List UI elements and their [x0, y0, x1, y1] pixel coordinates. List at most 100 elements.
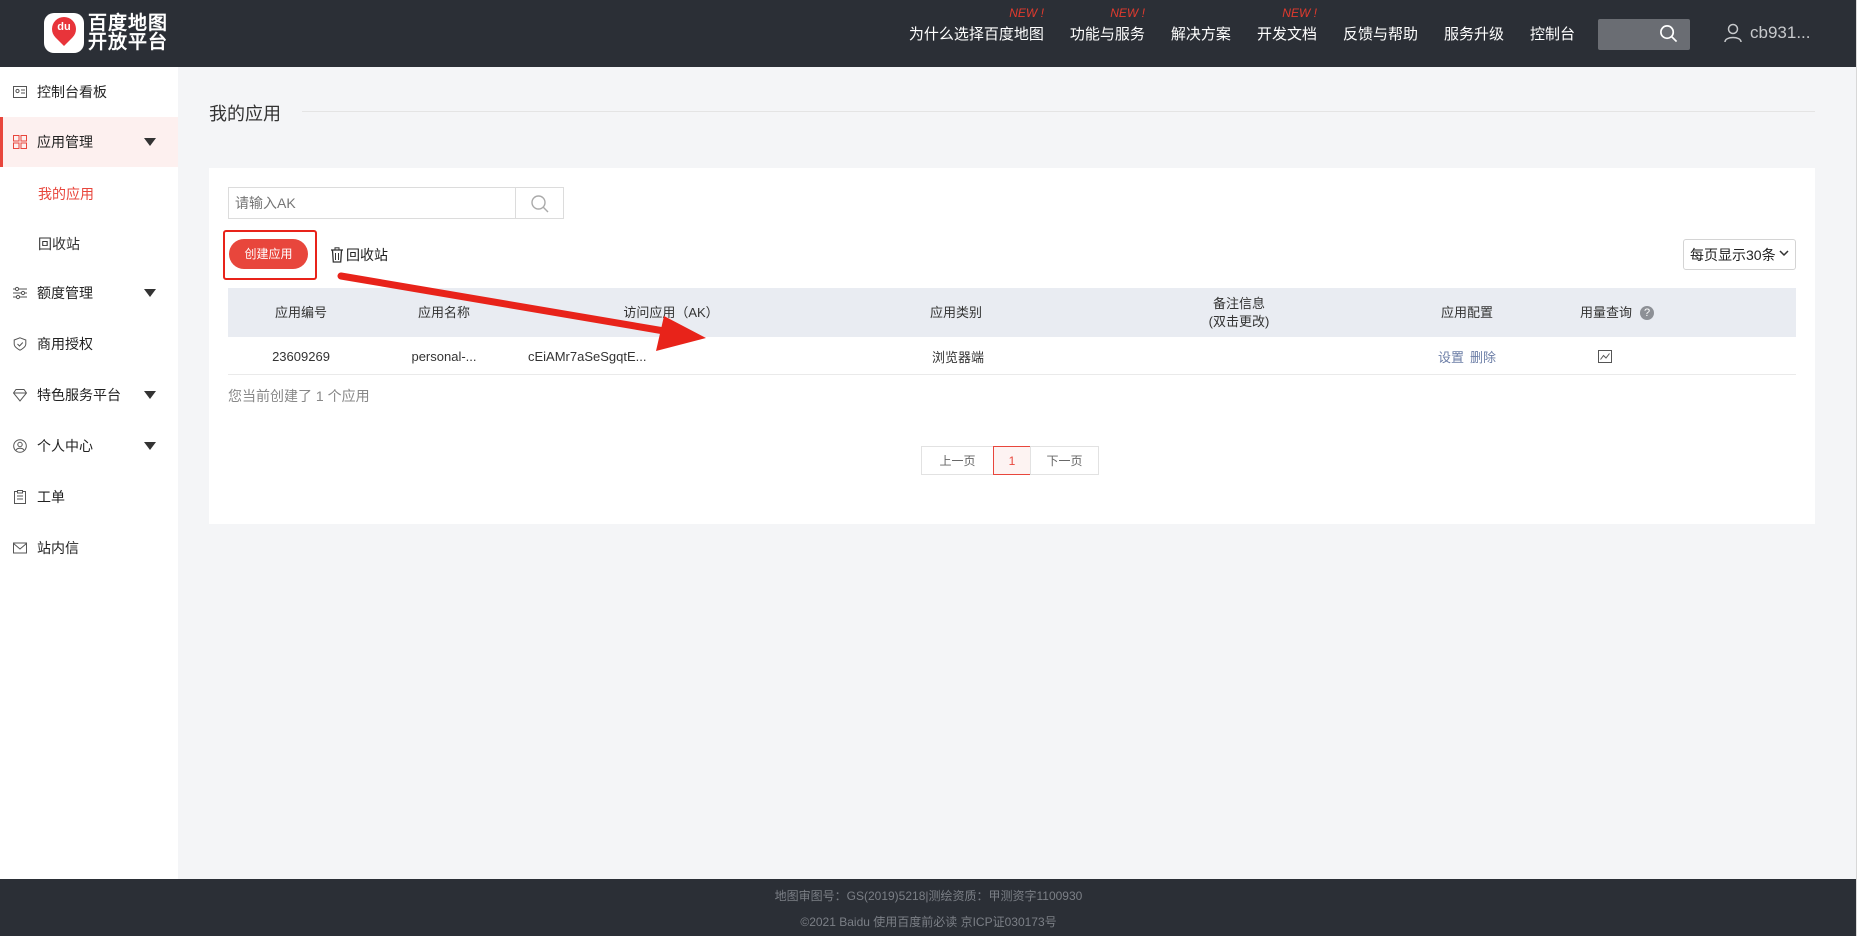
- col-header-type: 应用类别: [929, 304, 982, 320]
- cell-app-name: personal-...: [411, 348, 477, 364]
- sidebar-subitem-recycle[interactable]: 回收站: [38, 234, 80, 254]
- note-header-line2: (双击更改): [1208, 313, 1270, 329]
- chart-icon[interactable]: [1598, 349, 1612, 363]
- create-app-button[interactable]: 创建应用: [229, 239, 308, 269]
- cell-app-type: 浏览器端: [931, 349, 984, 365]
- nav-features[interactable]: 功能与服务 NEW !: [1069, 6, 1145, 44]
- nav-solutions[interactable]: 解决方案: [1171, 23, 1231, 44]
- cell-app-id: 23609269: [272, 348, 330, 364]
- sidebar-item-label: 商用授权: [37, 336, 93, 352]
- ak-search-button[interactable]: [515, 187, 564, 219]
- cell-config: 设置 删除: [1394, 337, 1540, 375]
- sidebar-item-personal-center[interactable]: 个人中心: [0, 421, 178, 471]
- nav-label: 功能与服务: [1069, 26, 1145, 43]
- trash-icon: [331, 247, 343, 263]
- per-page-select[interactable]: 每页显示30条: [1683, 239, 1796, 270]
- nav-why-baidu[interactable]: 为什么选择百度地图 NEW !: [909, 6, 1044, 44]
- page-title: 我的应用: [209, 104, 281, 124]
- col-header-name: 应用名称: [417, 304, 470, 320]
- per-page-value: 每页显示30条: [1690, 246, 1776, 263]
- table-header: 应用编号 应用名称 访问应用（AK） 应用类别 备注信息 (双击更改) 应用配置…: [228, 288, 1796, 337]
- top-search-box[interactable]: [1598, 19, 1690, 50]
- main-nav: 为什么选择百度地图 NEW ! 功能与服务 NEW ! 解决方案 开发文档 NE…: [883, 0, 1575, 67]
- caret-down-icon: [144, 442, 156, 450]
- title-divider: [302, 111, 1815, 112]
- prev-page-button[interactable]: 上一页: [921, 446, 994, 475]
- nav-label: 开发文档: [1256, 26, 1317, 43]
- col-header-ak: 访问应用（AK）: [623, 304, 719, 320]
- footer-line-1: 地图审图号：GS(2019)5218|测绘资质：甲测资字1100930: [774, 889, 1083, 903]
- sidebar-item-label: 工单: [37, 489, 65, 505]
- nav-console[interactable]: 控制台: [1530, 23, 1575, 44]
- new-badge: NEW !: [1009, 6, 1044, 20]
- cell-note[interactable]: [1084, 337, 1394, 375]
- table-row: 23609269 personal-... cEiAMr7aSeSgqtE...…: [228, 337, 1796, 375]
- caret-down-icon: [144, 289, 156, 297]
- user-icon: [1724, 23, 1742, 43]
- nav-label: 服务升级: [1443, 26, 1504, 43]
- dashboard-icon: [13, 86, 27, 98]
- chevron-down-icon: [1779, 250, 1789, 257]
- nav-label: 反馈与帮助: [1342, 26, 1418, 43]
- caret-down-icon: [144, 138, 156, 146]
- logo-line-1: 百度地图: [88, 13, 169, 34]
- sidebar-item-label: 个人中心: [37, 438, 93, 454]
- col-header-note: 备注信息 (双击更改): [1084, 288, 1394, 337]
- nav-label: 解决方案: [1170, 26, 1231, 43]
- sidebar-subitem-my-apps[interactable]: 我的应用: [38, 184, 94, 204]
- sidebar-item-label: 额度管理: [37, 285, 93, 301]
- page-number-button[interactable]: 1: [993, 446, 1031, 475]
- sidebar-item-dashboard[interactable]: 控制台看板: [0, 67, 178, 117]
- footer-line-2: ©2021 Baidu 使用百度前必读 京ICP证030173号: [800, 915, 1057, 929]
- ak-search-input[interactable]: [228, 187, 516, 219]
- sidebar-item-messages[interactable]: 站内信: [0, 523, 178, 573]
- logo-badge: du: [57, 21, 71, 33]
- col-header-usage: 用量查询 ?: [1540, 288, 1694, 337]
- pagination: 上一页 1 下一页: [921, 446, 1099, 475]
- cell-ak[interactable]: cEiAMr7aSeSgqtE...: [514, 337, 714, 375]
- delete-link[interactable]: 删除: [1470, 347, 1496, 366]
- sidebar-item-featured-services[interactable]: 特色服务平台: [0, 370, 178, 420]
- sidebar-item-commercial-license[interactable]: 商用授权: [0, 319, 178, 369]
- username: cb931...: [1750, 23, 1811, 42]
- usage-header-label: 用量查询: [1579, 304, 1632, 320]
- nav-docs[interactable]: 开发文档 NEW !: [1256, 6, 1317, 44]
- clipboard-icon: [14, 490, 26, 504]
- logo-pin-icon: du: [44, 12, 84, 53]
- user-menu[interactable]: cb931...: [1722, 22, 1811, 44]
- col-header-config: 应用配置: [1440, 304, 1493, 320]
- user-circle-icon: [13, 439, 27, 453]
- settings-link[interactable]: 设置: [1438, 347, 1464, 366]
- help-icon[interactable]: ?: [1640, 305, 1654, 320]
- grid-icon: [13, 135, 27, 149]
- sidebar-item-label: 站内信: [37, 540, 79, 556]
- logo-line-2: 开放平台: [88, 32, 169, 53]
- sidebar: 控制台看板 应用管理 我的应用 回收站 额度管理 商用授权 特色服务平台 个人中…: [0, 67, 178, 879]
- shield-icon: [13, 337, 27, 351]
- cell-usage: [1540, 337, 1670, 375]
- next-page-button[interactable]: 下一页: [1030, 446, 1099, 475]
- diamond-icon: [13, 389, 27, 402]
- sidebar-item-tickets[interactable]: 工单: [0, 472, 178, 522]
- col-header-id: 应用编号: [274, 304, 327, 320]
- sidebar-item-label: 应用管理: [37, 134, 93, 150]
- app-count-summary: 您当前创建了 1 个应用: [228, 388, 370, 404]
- sidebar-item-label: 特色服务平台: [37, 387, 121, 403]
- new-badge: NEW !: [1282, 6, 1317, 20]
- sidebar-item-quota[interactable]: 额度管理: [0, 268, 178, 318]
- baidu-maps-logo[interactable]: du 百度地图 开放平台: [44, 12, 168, 54]
- search-icon[interactable]: [1659, 24, 1678, 43]
- nav-upgrade[interactable]: 服务升级: [1444, 23, 1504, 44]
- footer: 地图审图号：GS(2019)5218|测绘资质：甲测资字1100930 ©202…: [0, 879, 1857, 936]
- caret-down-icon: [144, 391, 156, 399]
- sliders-icon: [13, 286, 27, 300]
- top-navbar: du 百度地图 开放平台 为什么选择百度地图 NEW ! 功能与服务 NEW !…: [0, 0, 1857, 67]
- new-badge: NEW !: [1110, 6, 1145, 20]
- nav-label: 控制台: [1529, 26, 1575, 43]
- sidebar-item-app-management[interactable]: 应用管理: [0, 117, 178, 167]
- mail-icon: [13, 542, 27, 554]
- note-header-line1: 备注信息: [1212, 295, 1265, 311]
- recycle-bin-link[interactable]: 回收站: [330, 245, 388, 265]
- recycle-bin-label: 回收站: [346, 247, 388, 263]
- nav-feedback[interactable]: 反馈与帮助: [1343, 23, 1418, 44]
